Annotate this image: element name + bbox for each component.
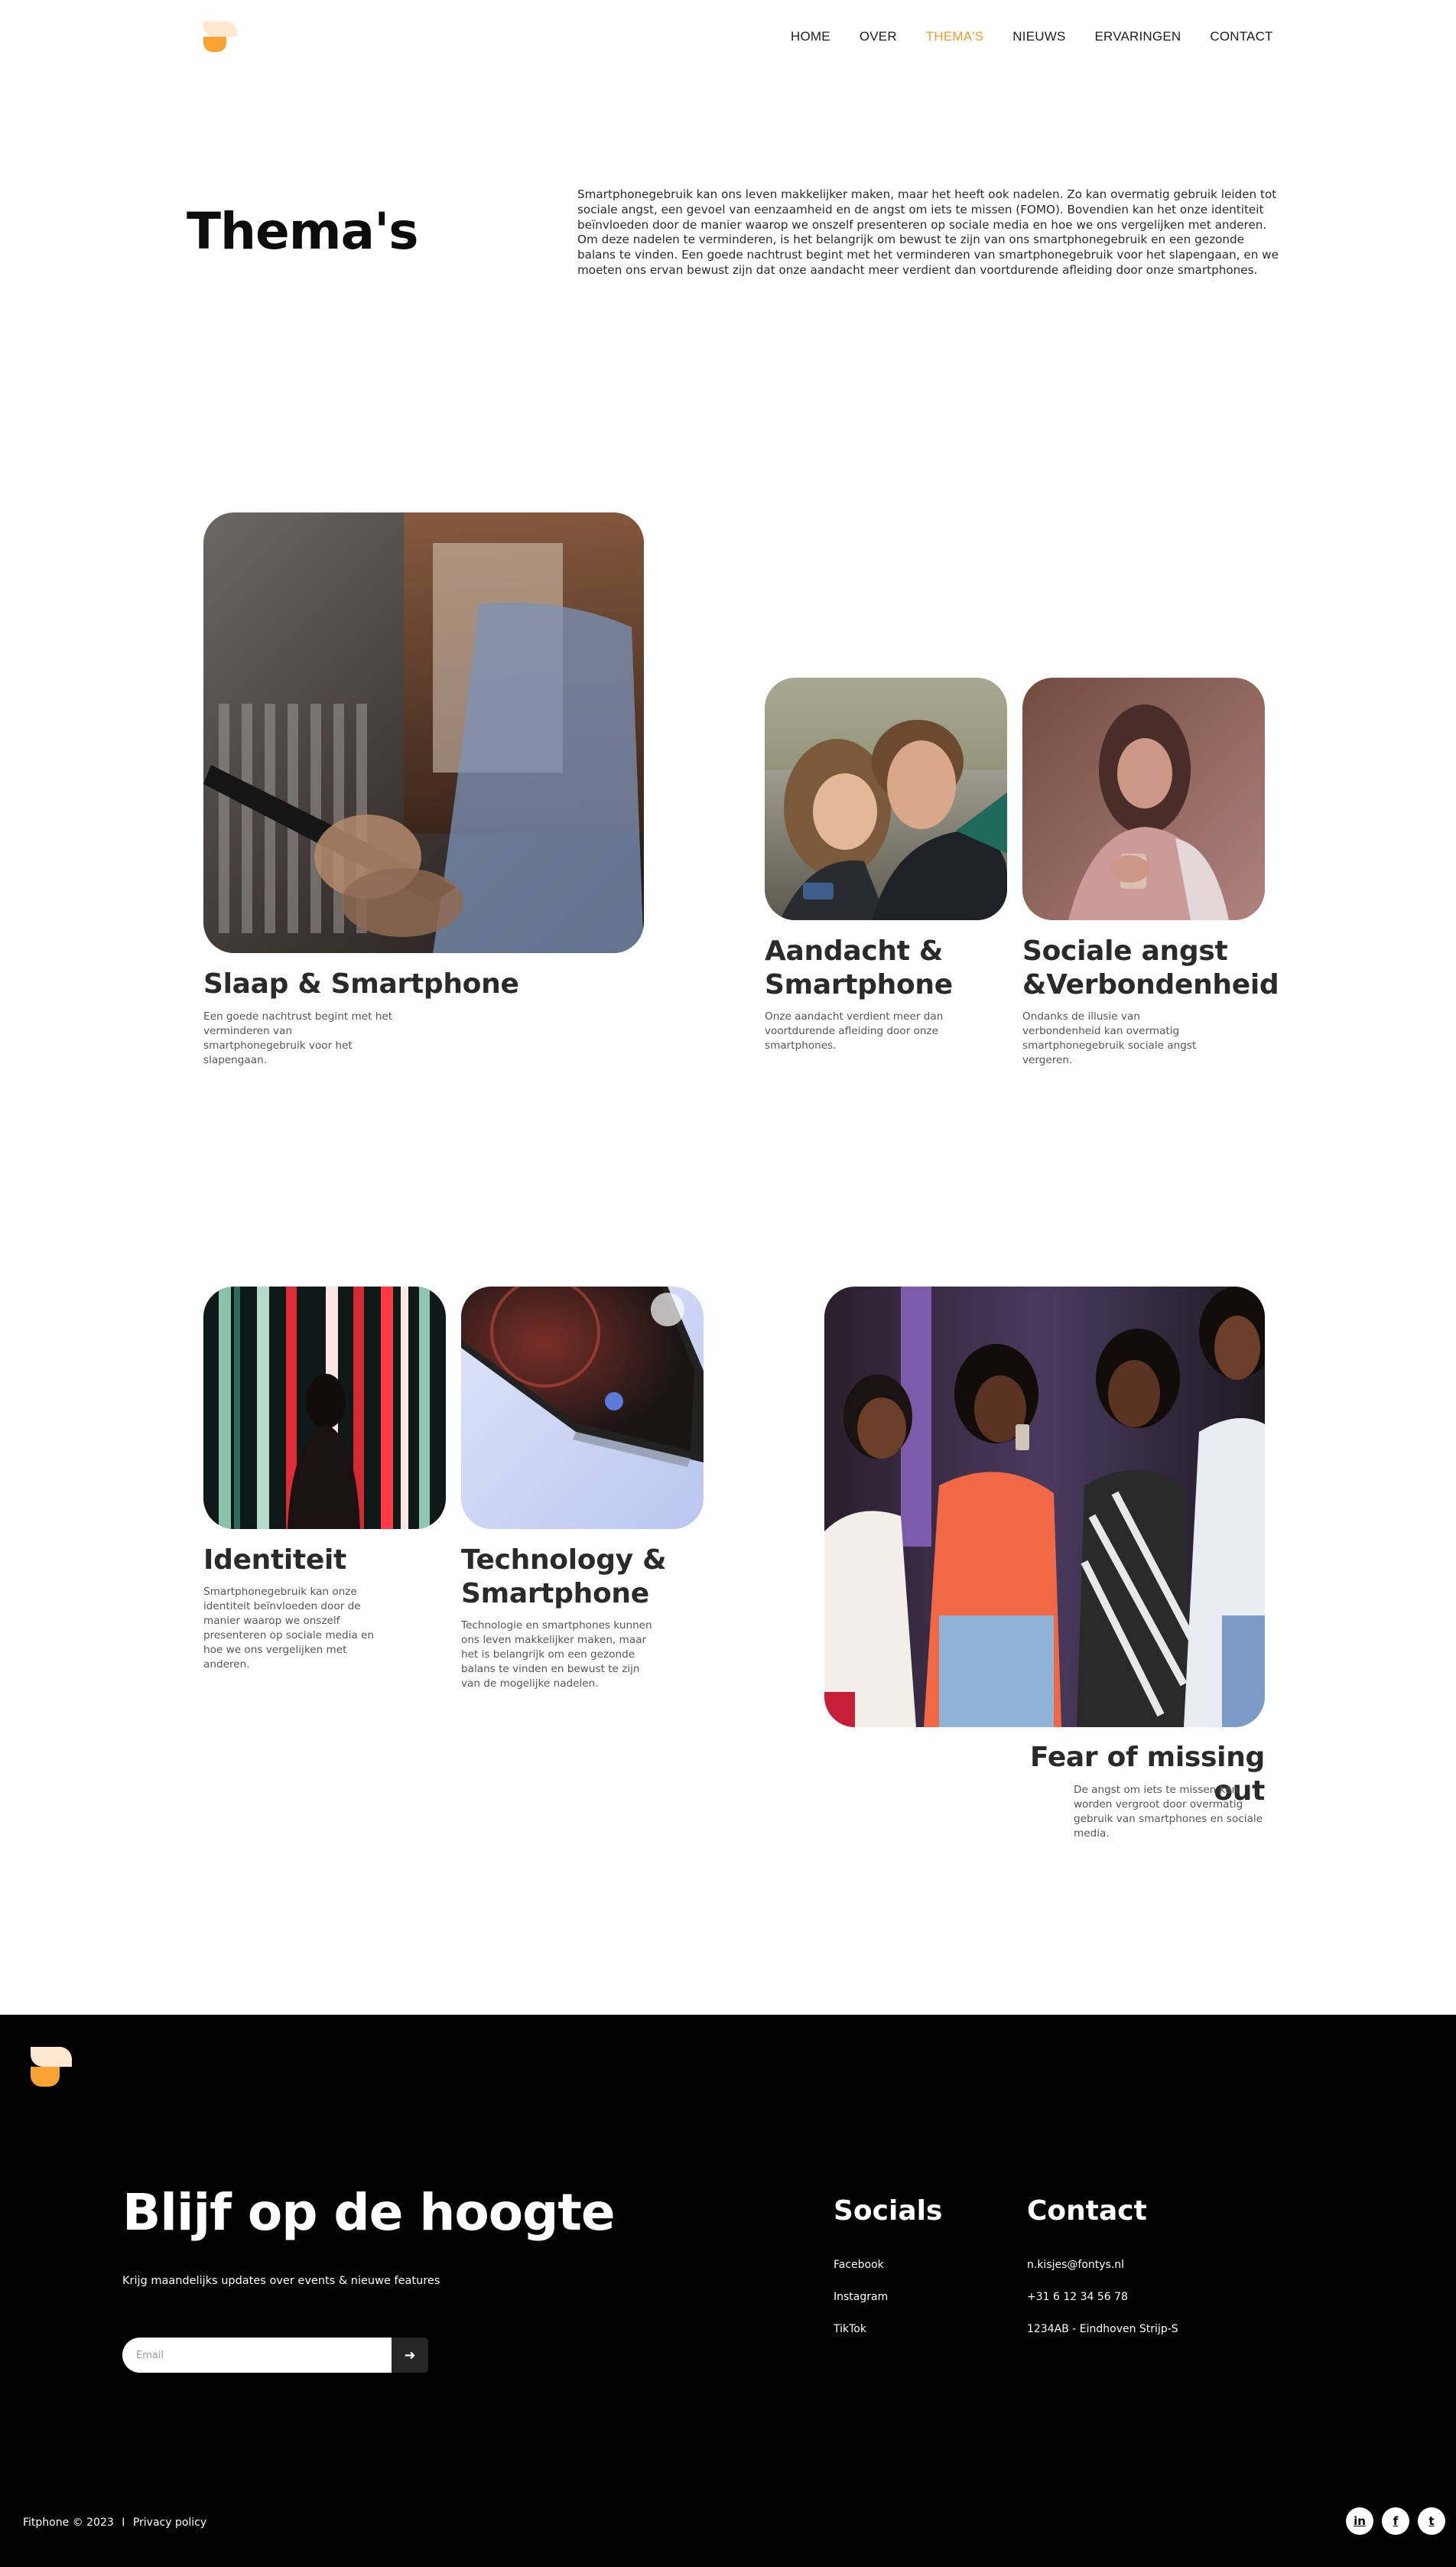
theme-text-fomo: De angst om iets te missen kan worden ve… <box>1074 1784 1263 1840</box>
footer-fitphone-logo[interactable] <box>31 2047 72 2087</box>
theme-text-identiteit: Smartphonegebruik kan onze identiteit be… <box>203 1586 374 1671</box>
contact-phone[interactable]: +31 6 12 34 56 78 <box>1027 2291 1128 2303</box>
linkedin-icon[interactable]: in <box>1346 2507 1373 2535</box>
social-link-tiktok[interactable]: TikTok <box>834 2323 866 2335</box>
intro-text: Smartphonegebruik kan ons leven makkelij… <box>577 187 1279 277</box>
theme-text-aandacht: Onze aandacht verdient meer dan voortdur… <box>765 1010 944 1052</box>
theme-title-aandacht[interactable]: Aandacht & Smartphone <box>765 935 1009 1002</box>
theme-text-slaap: Een goede nachtrust begint met het vermi… <box>203 1010 393 1066</box>
theme-title-sociale-angst[interactable]: Sociale angst &Verbondenheid <box>1022 935 1282 1002</box>
theme-title-identiteit[interactable]: Identiteit <box>203 1544 346 1577</box>
copyright-separator: I <box>122 2517 125 2529</box>
social-link-instagram[interactable]: Instagram <box>834 2291 888 2303</box>
theme-image-technology[interactable] <box>461 1287 704 1529</box>
contact-address: 1234AB - Eindhoven Strijp-S <box>1027 2323 1178 2335</box>
newsletter-subtext: Krijg maandelijks updates over events & … <box>122 2275 440 2287</box>
logo-bottom-shape <box>31 2067 60 2087</box>
nav-ervaringen[interactable]: ERVARINGEN <box>1095 29 1181 44</box>
email-submit-button[interactable]: ➜ <box>392 2338 428 2373</box>
logo-bottom-shape <box>203 37 226 52</box>
logo-top-shape <box>31 2047 72 2067</box>
email-input[interactable] <box>122 2338 392 2373</box>
theme-text-sociale-angst: Ondanks de illusie van verbondenheid kan… <box>1022 1010 1197 1066</box>
facebook-icon[interactable]: f <box>1382 2507 1409 2535</box>
nav-nieuws[interactable]: NIEUWS <box>1012 29 1065 44</box>
copyright-text: Fitphone © 2023 <box>23 2517 114 2529</box>
theme-title-technology[interactable]: Technology & Smartphone <box>461 1544 706 1611</box>
nav-home[interactable]: HOME <box>791 29 830 44</box>
nav-contact[interactable]: CONTACT <box>1210 29 1272 44</box>
twitter-icon[interactable]: t <box>1418 2507 1445 2535</box>
nav-over[interactable]: OVER <box>860 29 897 44</box>
contact-heading: Contact <box>1027 2195 1147 2227</box>
social-link-facebook[interactable]: Facebook <box>834 2259 884 2271</box>
theme-image-fomo[interactable] <box>824 1287 1265 1727</box>
theme-image-aandacht[interactable] <box>765 678 1007 920</box>
newsletter-heading: Blijf op de hoogte <box>122 2183 616 2242</box>
page-title: Thema's <box>187 202 419 261</box>
contact-email[interactable]: n.kisjes@fontys.nl <box>1027 2259 1124 2271</box>
theme-title-slaap[interactable]: Slaap & Smartphone <box>203 968 519 1001</box>
fitphone-logo[interactable] <box>203 21 237 54</box>
theme-image-sociale-angst[interactable] <box>1022 678 1265 920</box>
socials-heading: Socials <box>834 2195 943 2227</box>
copyright-bar: Fitphone © 2023 I Privacy policy <box>23 2517 206 2529</box>
main-nav: HOME OVER THEMA'S NIEUWS ERVARINGEN CONT… <box>791 29 1302 44</box>
theme-text-technology: Technologie en smartphones kunnen ons le… <box>461 1619 652 1690</box>
theme-image-slaap[interactable] <box>203 512 644 953</box>
theme-image-identiteit[interactable] <box>203 1287 446 1529</box>
footer: Blijf op de hoogte Krijg maandelijks upd… <box>0 2015 1456 2567</box>
nav-themas[interactable]: THEMA'S <box>926 29 984 44</box>
privacy-policy-link[interactable]: Privacy policy <box>133 2517 206 2529</box>
logo-top-shape <box>203 21 237 37</box>
arrow-right-icon: ➜ <box>404 2347 416 2363</box>
